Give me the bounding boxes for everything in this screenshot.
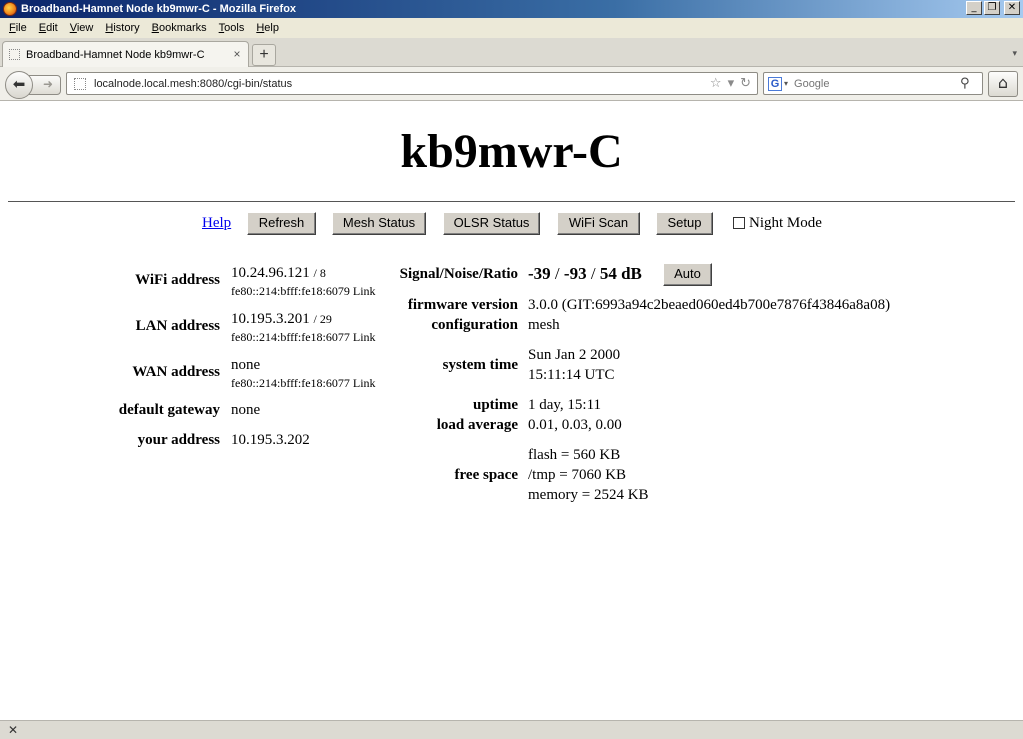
wifi-netmask: / 8 [313,266,326,280]
night-mode-checkbox[interactable] [733,216,745,229]
load-average-value: 0.01, 0.03, 0.00 [528,417,622,433]
window-titlebar: Broadband-Hamnet Node kb9mwr-C - Mozilla… [0,0,1023,18]
menu-edit[interactable]: Edit [33,22,64,34]
wifi-ipv6: fe80::214:bfff:fe18:6079 Link [231,284,376,298]
status-bar: ✕ [0,720,1023,739]
window-controls: _ ❐ ✕ [966,1,1020,15]
menu-tools[interactable]: Tools [213,22,251,34]
system-time: 15:11:14 UTC [528,367,615,383]
menubar: File Edit View History Bookmarks Tools H… [0,18,1023,38]
page-title: kb9mwr-C [400,125,623,178]
page-content: kb9mwr-C Help Refresh Mesh Status OLSR S… [0,102,1023,720]
default-gateway-label: default gateway [118,402,220,418]
configuration-label: configuration [431,317,518,333]
engine-dropdown-icon[interactable]: ▾ [784,79,788,88]
window-title: Broadband-Hamnet Node kb9mwr-C - Mozilla… [21,3,297,15]
bookmark-star-icon[interactable]: ☆ [710,76,722,91]
wan-ip: none [231,357,261,373]
olsr-status-button[interactable]: OLSR Status [443,212,540,235]
minimize-button[interactable]: _ [966,1,982,15]
system-time-label: system time [442,357,518,373]
lan-netmask: / 29 [313,312,332,326]
your-address-label: your address [137,432,220,448]
tab-bar: Broadband-Hamnet Node kb9mwr-C × + ▾ [0,38,1023,67]
system-date: Sun Jan 2 2000 [528,347,621,363]
snr-label: Signal/Noise/Ratio [399,266,518,282]
lan-address-label: LAN address [135,318,220,334]
forward-button[interactable]: ➜ [29,75,61,95]
tab-list-chevron-icon[interactable]: ▾ [1012,48,1017,59]
search-input[interactable] [794,74,960,93]
close-window-button[interactable]: ✕ [1004,1,1020,15]
tab-close-icon[interactable]: × [230,47,244,62]
history-dropdown-icon[interactable]: ▾ [728,76,735,91]
ratio-value: 54 dB [599,264,642,283]
search-bar: G ▾ ⚲ [763,72,983,95]
new-tab-button[interactable]: + [252,44,276,66]
free-flash: flash = 560 KB [528,447,621,463]
your-address-value: 10.195.3.202 [231,432,310,448]
configuration-value: mesh [528,317,560,333]
divider [8,201,1015,202]
url-input[interactable] [94,74,710,93]
navigation-bar: ➜ ⬅ ☆ ▾ ↻ G ▾ ⚲ ⌂ [0,67,1023,101]
wan-ipv6: fe80::214:bfff:fe18:6077 Link [231,376,376,390]
load-average-label: load average [436,417,518,433]
tab-label: Broadband-Hamnet Node kb9mwr-C [26,48,205,61]
free-memory: memory = 2524 KB [528,487,649,503]
menu-help[interactable]: Help [250,22,285,34]
free-space-label: free space [454,467,518,483]
signal-value: -39 [528,264,551,283]
lan-address-value: 10.195.3.201 / 29 [231,311,332,328]
firmware-value: 3.0.0 (GIT:6993a94c2beaed060ed4b700e7876… [528,297,891,313]
lan-ip: 10.195.3.201 [231,311,310,327]
home-button[interactable]: ⌂ [988,71,1018,97]
menu-view[interactable]: View [64,22,100,34]
close-icon[interactable]: ✕ [8,723,18,737]
wifi-scan-button[interactable]: WiFi Scan [557,212,640,235]
google-engine-icon[interactable]: G [768,76,782,91]
wifi-ip: 10.24.96.121 [231,265,310,281]
firefox-logo-icon [3,2,17,16]
menu-bookmarks[interactable]: Bookmarks [146,22,213,34]
menu-history[interactable]: History [99,22,145,34]
site-identity-icon[interactable] [74,77,86,90]
page-nav: Help Refresh Mesh Status OLSR Status WiF… [0,212,1023,236]
url-bar: ☆ ▾ ↻ [66,72,758,95]
back-forward-group: ➜ ⬅ [5,71,61,99]
default-gateway-value: none [231,402,261,418]
mesh-status-button[interactable]: Mesh Status [332,212,426,235]
night-mode-toggle[interactable]: Night Mode [733,215,822,232]
firmware-label: firmware version [407,297,518,313]
snr-value: -39 / -93 / 54 dB [528,264,642,283]
setup-button[interactable]: Setup [656,212,713,235]
back-button[interactable]: ⬅ [5,71,33,99]
refresh-button[interactable]: Refresh [247,212,316,235]
free-tmp: /tmp = 7060 KB [528,467,627,483]
lan-ipv6: fe80::214:bfff:fe18:6077 Link [231,330,376,344]
uptime-value: 1 day, 15:11 [528,397,602,413]
noise-value: -93 [563,264,587,283]
auto-refresh-button[interactable]: Auto [663,263,712,286]
maximize-button[interactable]: ❐ [984,1,1000,15]
help-link[interactable]: Help [202,215,231,232]
wan-address-label: WAN address [132,364,220,380]
reload-icon[interactable]: ↻ [740,76,751,91]
tab-active[interactable]: Broadband-Hamnet Node kb9mwr-C × [2,41,249,67]
page-favicon-icon [9,49,20,60]
wifi-address-label: WiFi address [135,272,220,288]
wifi-address-value: 10.24.96.121 / 8 [231,265,326,282]
uptime-label: uptime [473,397,518,413]
search-icon[interactable]: ⚲ [960,76,976,91]
night-mode-label: Night Mode [749,215,822,231]
menu-file[interactable]: File [3,22,33,34]
